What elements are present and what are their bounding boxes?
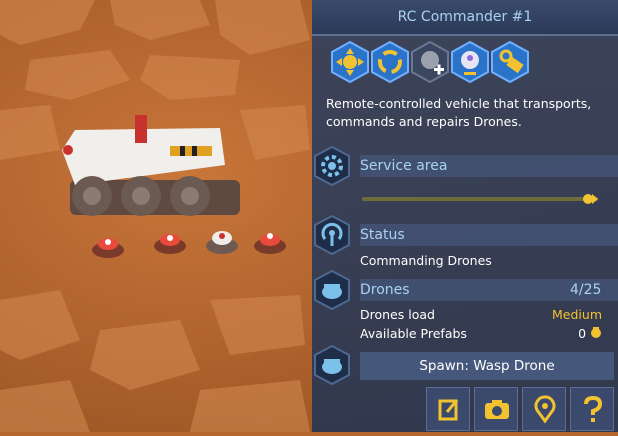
recharge-icon[interactable] bbox=[370, 40, 410, 84]
prefabs-row: Available Prefabs 0 bbox=[360, 325, 602, 343]
prefab-icon bbox=[591, 327, 601, 338]
rc-commander-vehicle[interactable] bbox=[62, 115, 240, 216]
camera-icon bbox=[485, 400, 509, 419]
rename-icon bbox=[438, 399, 459, 421]
panel-toolbar bbox=[426, 387, 618, 432]
status-label: Status bbox=[360, 227, 405, 243]
status-value: Commanding Drones bbox=[360, 253, 492, 268]
gear-icon bbox=[312, 145, 352, 187]
locate-icon bbox=[534, 395, 556, 424]
signal-icon bbox=[312, 214, 352, 256]
drones-count: 4/25 bbox=[570, 282, 602, 298]
service-area-slider-handle[interactable] bbox=[582, 191, 599, 205]
spawn-wasp-drone-button[interactable]: Spawn: Wasp Drone bbox=[360, 352, 614, 380]
service-area-slider[interactable] bbox=[362, 197, 598, 201]
drone-hub-icon bbox=[312, 269, 352, 311]
help-button[interactable] bbox=[570, 387, 614, 431]
selection-info-panel: RC Commander #1 Remote-controlled vehicl… bbox=[312, 0, 618, 432]
convert-prefab-icon[interactable] bbox=[490, 40, 530, 84]
panel-title: RC Commander #1 bbox=[312, 0, 618, 36]
ability-bar bbox=[330, 40, 530, 84]
locate-button[interactable] bbox=[522, 387, 566, 431]
prefabs-label: Available Prefabs bbox=[360, 326, 467, 341]
service-area-label: Service area bbox=[360, 158, 448, 174]
prefabs-value: 0 bbox=[578, 326, 587, 341]
rename-button[interactable] bbox=[426, 387, 470, 431]
vehicle-description: Remote-controlled vehicle that transport… bbox=[326, 96, 592, 129]
drones-load-row: Drones load Medium bbox=[360, 306, 602, 324]
help-icon bbox=[584, 395, 603, 422]
move-icon[interactable] bbox=[330, 40, 370, 84]
unload-drones-icon[interactable] bbox=[410, 40, 450, 84]
load-drones-icon[interactable] bbox=[450, 40, 490, 84]
drones-load-label: Drones load bbox=[360, 307, 435, 322]
drones-label: Drones bbox=[360, 282, 410, 298]
prefabs-value-wrap: 0 bbox=[578, 325, 602, 343]
camera-button[interactable] bbox=[474, 387, 518, 431]
drone-icon bbox=[312, 344, 352, 386]
drones-load-value: Medium bbox=[552, 307, 602, 322]
